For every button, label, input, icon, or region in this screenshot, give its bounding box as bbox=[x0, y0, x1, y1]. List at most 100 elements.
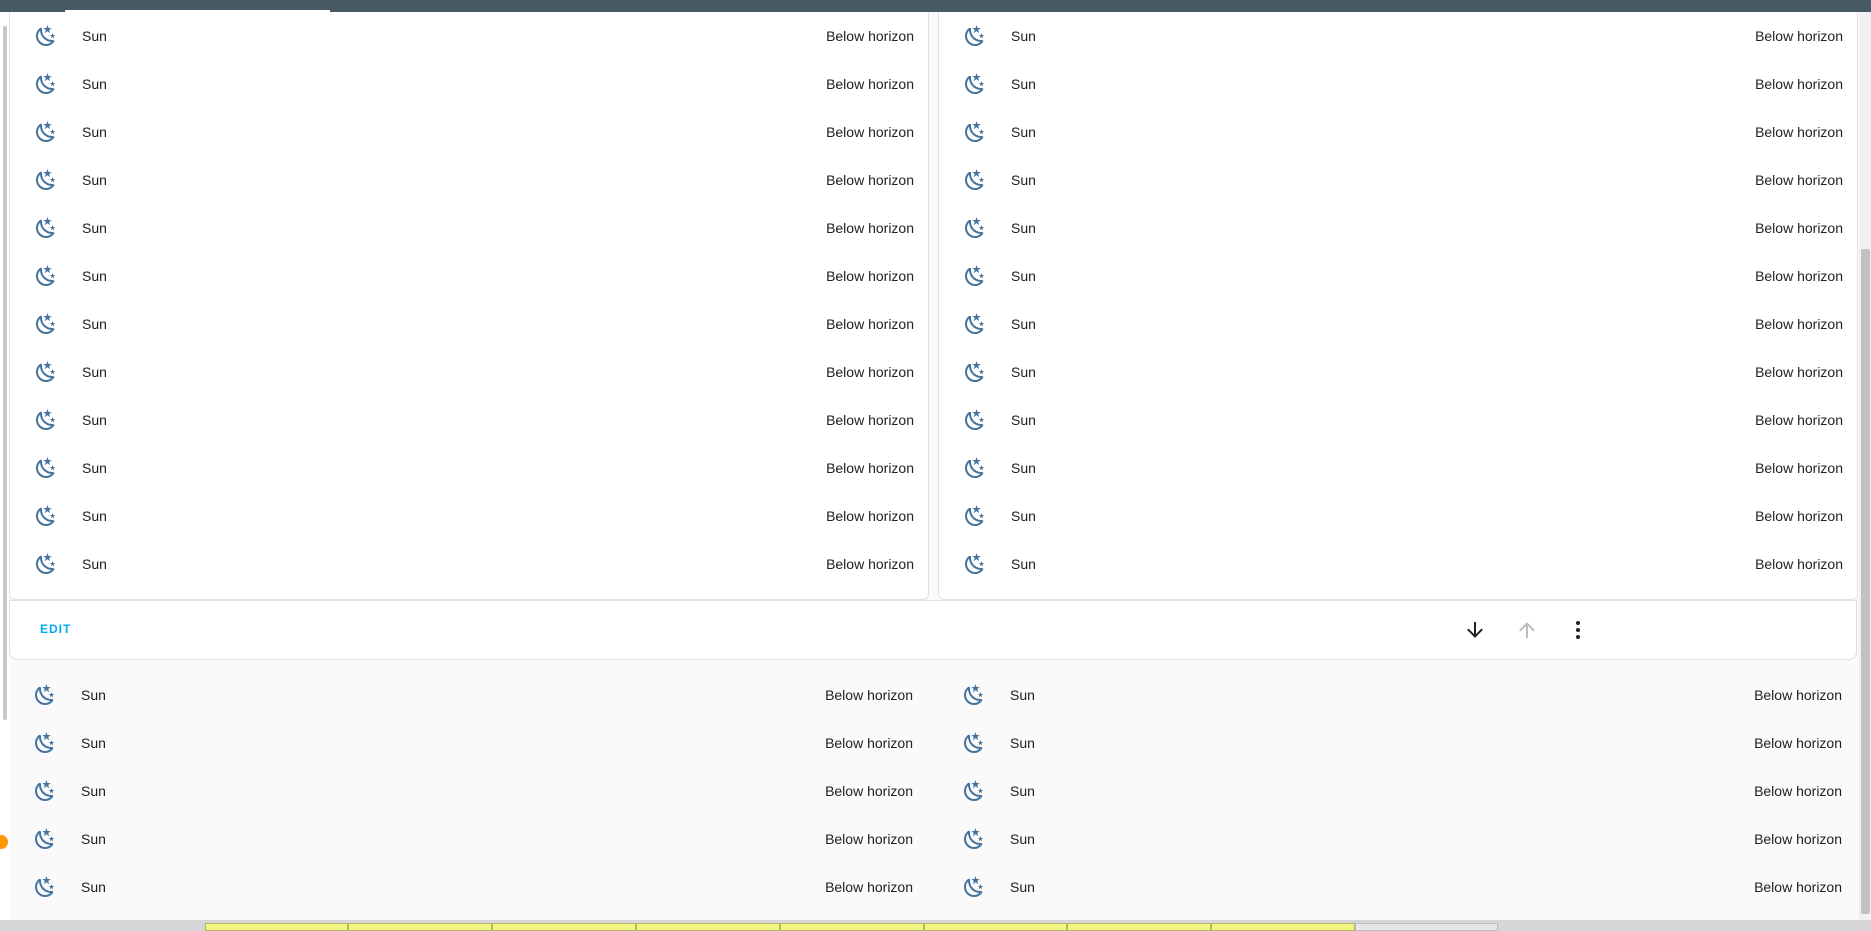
entity-list: Sun Below horizon Sun Below horizon Sun Below… bbox=[10, 12, 928, 599]
taskbar-item[interactable] bbox=[1211, 923, 1355, 931]
entity-name[interactable]: Sun bbox=[1011, 412, 1036, 428]
entity-state: Below horizon bbox=[826, 220, 914, 236]
entity-name[interactable]: Sun bbox=[1010, 687, 1035, 703]
entity-name[interactable]: Sun bbox=[82, 508, 107, 524]
entity-name[interactable]: Sun bbox=[81, 831, 106, 847]
entity-name[interactable]: Sun bbox=[1011, 172, 1036, 188]
entity-row[interactable]: SunBelow horizon bbox=[9, 719, 927, 767]
entity-name[interactable]: Sun bbox=[1011, 460, 1036, 476]
entity-name[interactable]: Sun bbox=[81, 687, 106, 703]
entity-name[interactable]: Sun bbox=[82, 76, 107, 92]
notification-badge[interactable] bbox=[0, 835, 8, 849]
entity-name[interactable]: Sun bbox=[82, 412, 107, 428]
taskbar-item[interactable] bbox=[924, 923, 1067, 931]
entity-row[interactable]: SunBelow horizon bbox=[10, 540, 928, 588]
card-edit-actions: EDIT bbox=[9, 600, 1857, 660]
entity-row[interactable]: SunBelow horizon bbox=[9, 863, 927, 911]
sidebar-scrollbar[interactable] bbox=[3, 26, 7, 720]
taskbar bbox=[0, 920, 1871, 931]
taskbar-item[interactable] bbox=[348, 923, 492, 931]
entity-name[interactable]: Sun bbox=[1011, 28, 1036, 44]
entity-name[interactable]: Sun bbox=[82, 220, 107, 236]
entity-name[interactable]: Sun bbox=[1010, 879, 1035, 895]
entity-row[interactable]: Sun Below horizon bbox=[9, 815, 927, 863]
entity-name[interactable]: Sun bbox=[1010, 783, 1035, 799]
taskbar-item[interactable] bbox=[1355, 923, 1498, 931]
entity-name[interactable]: Sun bbox=[1011, 76, 1036, 92]
entity-name[interactable]: Sun bbox=[82, 124, 107, 140]
entity-row[interactable]: SunBelow horizon bbox=[10, 492, 928, 540]
entity-name[interactable]: Sun bbox=[82, 460, 107, 476]
entity-state: Below horizon bbox=[825, 831, 913, 847]
entity-name[interactable]: Sun bbox=[1010, 831, 1035, 847]
entity-row[interactable]: SunBelow horizon bbox=[9, 671, 927, 719]
entity-name[interactable]: Sun bbox=[1011, 268, 1036, 284]
entity-row[interactable]: SunBelow horizon bbox=[10, 348, 928, 396]
entity-row[interactable]: SunBelow horizon bbox=[10, 300, 928, 348]
entity-row[interactable]: SunBelow horizon bbox=[939, 588, 1857, 599]
entity-row[interactable]: SunBelow horizon bbox=[938, 863, 1856, 911]
entity-name[interactable]: Sun bbox=[82, 364, 107, 380]
page-scrollbar[interactable] bbox=[1859, 12, 1871, 920]
entity-row[interactable]: SunBelow horizon bbox=[10, 156, 928, 204]
entity-list-bottom-left: Sun Below horizon Sun Below horizon Sun Below… bbox=[9, 671, 927, 911]
entity-row[interactable]: SunBelow horizon bbox=[938, 767, 1856, 815]
taskbar-item[interactable] bbox=[780, 923, 924, 931]
entity-row[interactable]: SunBelow horizon bbox=[939, 540, 1857, 588]
entity-name[interactable]: Sun bbox=[81, 879, 106, 895]
entity-row[interactable]: SunBelow horizon bbox=[938, 671, 1856, 719]
weather-night-icon bbox=[963, 312, 987, 336]
entity-name[interactable]: Sun bbox=[81, 783, 106, 799]
entity-row[interactable]: SunBelow horizon bbox=[939, 12, 1857, 60]
entity-row[interactable]: SunBelow horizon bbox=[939, 252, 1857, 300]
entity-row[interactable]: SunBelow horizon bbox=[939, 348, 1857, 396]
entity-name[interactable]: Sun bbox=[1011, 364, 1036, 380]
entity-row[interactable]: Sun Below horizon bbox=[10, 12, 928, 60]
entity-row[interactable]: Sun Below horizon bbox=[10, 252, 928, 300]
arrow-down-icon[interactable] bbox=[1463, 618, 1487, 642]
entity-row[interactable]: SunBelow horizon bbox=[938, 815, 1856, 863]
entity-row[interactable]: SunBelow horizon bbox=[939, 444, 1857, 492]
taskbar-item[interactable] bbox=[492, 923, 636, 931]
entity-row[interactable]: SunBelow horizon bbox=[939, 300, 1857, 348]
entity-name[interactable]: Sun bbox=[1011, 508, 1036, 524]
entity-row[interactable]: SunBelow horizon bbox=[10, 60, 928, 108]
entity-row[interactable]: SunBelow horizon bbox=[9, 767, 927, 815]
entity-row[interactable]: SunBelow horizon bbox=[10, 444, 928, 492]
arrow-up-icon[interactable] bbox=[1515, 618, 1539, 642]
entity-name[interactable]: Sun bbox=[1011, 124, 1036, 140]
entity-row[interactable]: SunBelow horizon bbox=[939, 156, 1857, 204]
entity-name[interactable]: Sun bbox=[82, 316, 107, 332]
entity-name[interactable]: Sun bbox=[1010, 735, 1035, 751]
entity-name[interactable]: Sun bbox=[1011, 556, 1036, 572]
entity-name[interactable]: Sun bbox=[82, 28, 107, 44]
entity-row[interactable]: SunBelow horizon bbox=[10, 108, 928, 156]
weather-night-icon bbox=[33, 731, 57, 755]
entity-row[interactable]: SunBelow horizon bbox=[939, 108, 1857, 156]
entity-row[interactable]: SunBelow horizon bbox=[938, 719, 1856, 767]
entity-row[interactable]: Sun Below horizon bbox=[10, 204, 928, 252]
entity-name[interactable]: Sun bbox=[82, 268, 107, 284]
more-vertical-icon[interactable] bbox=[1566, 618, 1590, 642]
taskbar-item[interactable] bbox=[1067, 923, 1211, 931]
taskbar-item[interactable] bbox=[636, 923, 780, 931]
entity-row[interactable]: SunBelow horizon bbox=[939, 60, 1857, 108]
entity-row[interactable]: SunBelow horizon bbox=[939, 204, 1857, 252]
weather-night-icon bbox=[962, 827, 986, 851]
entity-name[interactable]: Sun bbox=[82, 556, 107, 572]
scrollbar-thumb[interactable] bbox=[1861, 249, 1870, 914]
entity-name[interactable]: Sun bbox=[81, 735, 106, 751]
weather-night-icon bbox=[34, 504, 58, 528]
entity-row[interactable]: SunBelow horizon bbox=[10, 396, 928, 444]
entity-state: Below horizon bbox=[826, 28, 914, 44]
entity-name[interactable]: Sun bbox=[1011, 220, 1036, 236]
taskbar-item[interactable] bbox=[205, 923, 348, 931]
entity-row[interactable]: SunBelow horizon bbox=[939, 492, 1857, 540]
weather-night-icon bbox=[33, 827, 57, 851]
entity-name[interactable]: Sun bbox=[82, 172, 107, 188]
entity-name[interactable]: Sun bbox=[1011, 316, 1036, 332]
edit-button[interactable]: EDIT bbox=[40, 622, 71, 636]
entity-state: Below horizon bbox=[826, 268, 914, 284]
entity-row[interactable]: SunBelow horizon bbox=[10, 588, 928, 599]
entity-row[interactable]: SunBelow horizon bbox=[939, 396, 1857, 444]
